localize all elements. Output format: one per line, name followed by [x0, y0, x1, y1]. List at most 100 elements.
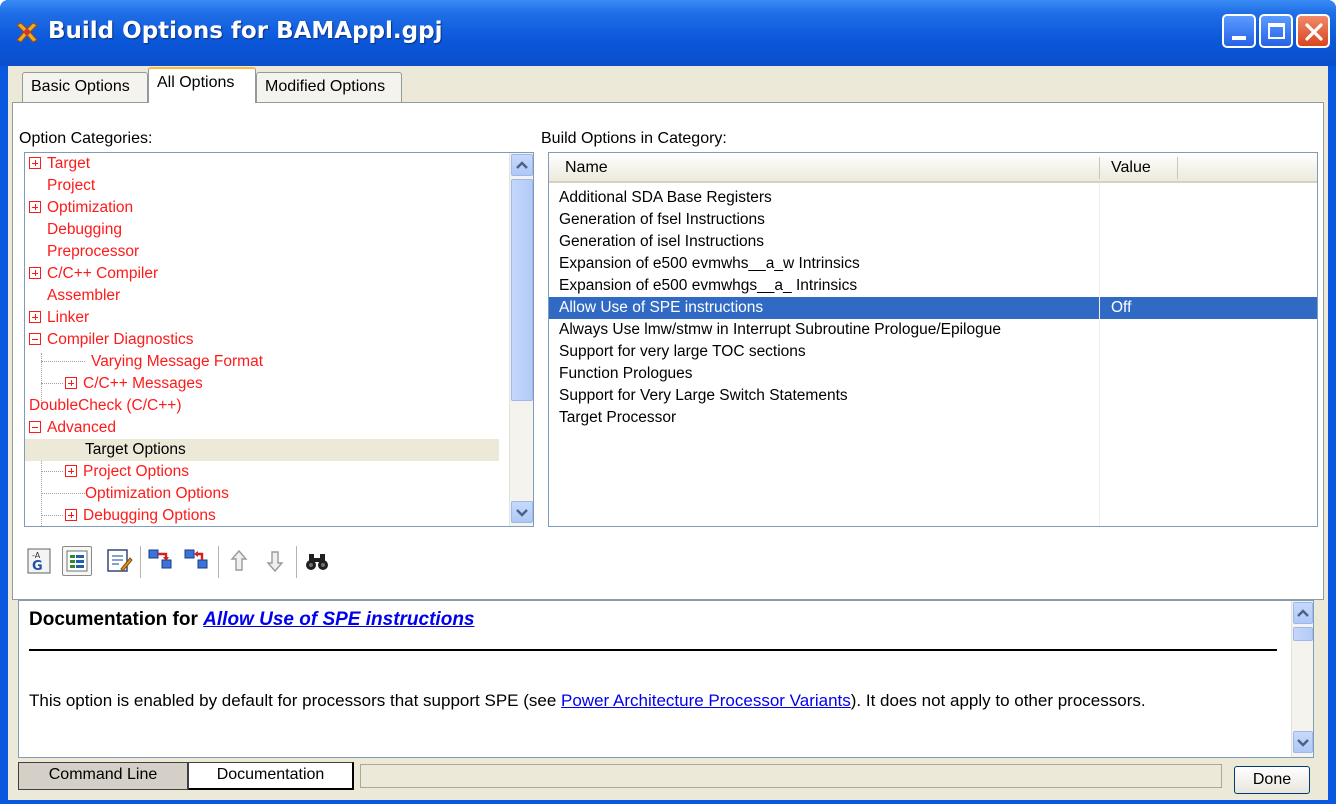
- expand-icon[interactable]: [65, 509, 77, 521]
- option-row[interactable]: Target Processor: [549, 407, 1317, 429]
- scroll-down-button[interactable]: [1293, 731, 1313, 753]
- scroll-up-button[interactable]: [1293, 602, 1313, 624]
- tab-documentation[interactable]: Documentation: [188, 762, 354, 790]
- doc-text-part: ). It does not apply to other processors…: [850, 691, 1146, 710]
- gnu-style-icon: -A G: [27, 548, 51, 574]
- minimize-button[interactable]: [1222, 14, 1256, 48]
- tree-connector: [41, 383, 63, 384]
- option-row[interactable]: Always Use lmw/stmw in Interrupt Subrout…: [549, 319, 1317, 341]
- chevron-down-icon: [516, 509, 528, 517]
- edit-options-button[interactable]: [104, 546, 134, 576]
- option-row[interactable]: Expansion of e500 evmwhgs__a_ Intrinsics: [549, 275, 1317, 297]
- build-options-list[interactable]: Name Value Additional SDA Base Registers…: [548, 152, 1318, 527]
- app-icon: [16, 22, 38, 43]
- column-header-value[interactable]: Value: [1111, 153, 1151, 183]
- tree-connector: [41, 493, 85, 494]
- move-down-icon: [266, 551, 284, 573]
- tab-modified-options[interactable]: Modified Options: [256, 72, 402, 102]
- maximize-icon: [1268, 23, 1285, 39]
- column-separator[interactable]: [1177, 157, 1178, 179]
- expand-icon[interactable]: [29, 157, 41, 169]
- expand-icon[interactable]: [29, 201, 41, 213]
- doc-text-part: This option is enabled by default for pr…: [29, 691, 562, 710]
- chevron-up-icon: [516, 161, 528, 169]
- documentation-text: This option is enabled by default for pr…: [29, 687, 1279, 715]
- toolbar-separator: [140, 546, 141, 578]
- gnu-style-button[interactable]: -A G: [24, 546, 54, 576]
- column-header-name[interactable]: Name: [565, 153, 608, 183]
- option-row[interactable]: Generation of fsel Instructions: [549, 209, 1317, 231]
- tab-command-line[interactable]: Command Line: [18, 762, 188, 790]
- documentation-scrollbar[interactable]: [1291, 601, 1313, 757]
- scroll-thumb[interactable]: [1293, 627, 1313, 641]
- maximize-button[interactable]: [1259, 14, 1293, 48]
- collapse-all-icon: [184, 549, 208, 569]
- option-row[interactable]: Expansion of e500 evmwhs__a_w Intrinsics: [549, 253, 1317, 275]
- tree-item-project[interactable]: Project: [47, 175, 95, 197]
- title-bar[interactable]: Build Options for BAMAppl.gpj: [0, 0, 1336, 66]
- tree-item-project-options[interactable]: Project Options: [65, 461, 189, 483]
- value-column-divider: [1099, 183, 1100, 526]
- option-categories-tree[interactable]: Target Project Optimization Debugging Pr…: [24, 152, 534, 527]
- build-options-in-category-label: Build Options in Category:: [541, 130, 727, 147]
- tree-item-target-options[interactable]: Target Options: [25, 439, 499, 461]
- close-button[interactable]: [1296, 14, 1330, 48]
- expand-icon[interactable]: [29, 267, 41, 279]
- option-row[interactable]: Generation of isel Instructions: [549, 231, 1317, 253]
- option-row[interactable]: Function Prologues: [549, 363, 1317, 385]
- move-up-button[interactable]: [224, 546, 254, 576]
- tree-item-cpp-compiler[interactable]: C/C++ Compiler: [29, 263, 158, 285]
- option-row[interactable]: Support for very large TOC sections: [549, 341, 1317, 363]
- tree-item-advanced[interactable]: Advanced: [29, 417, 116, 439]
- tree-item-target[interactable]: Target: [29, 153, 90, 175]
- expand-all-button[interactable]: [146, 546, 176, 576]
- documentation-pane[interactable]: Documentation for Allow Use of SPE instr…: [18, 600, 1314, 758]
- option-row-selected[interactable]: Allow Use of SPE instructions Off: [549, 297, 1317, 319]
- tree-item-doublecheck[interactable]: DoubleCheck (C/C++): [29, 395, 181, 417]
- dialog-client-area: Basic Options All Options Modified Optio…: [8, 66, 1328, 800]
- collapse-all-button[interactable]: [182, 546, 212, 576]
- minimize-icon: [1232, 36, 1246, 40]
- edit-options-icon: [107, 549, 133, 572]
- tree-connector: [41, 361, 85, 362]
- tab-basic-options[interactable]: Basic Options: [22, 72, 148, 102]
- tree-item-linker[interactable]: Linker: [29, 307, 89, 329]
- build-options-window: Build Options for BAMAppl.gpj Basic Opti…: [0, 0, 1336, 804]
- expand-icon[interactable]: [65, 465, 77, 477]
- find-button[interactable]: [302, 546, 332, 576]
- scroll-down-button[interactable]: [511, 501, 533, 523]
- documentation-heading: Documentation for Allow Use of SPE instr…: [29, 609, 475, 631]
- tree-item-preprocessor[interactable]: Preprocessor: [47, 241, 139, 263]
- tree-scrollbar[interactable]: [509, 153, 533, 526]
- documentation-divider: [29, 649, 1277, 651]
- tree-item-debugging[interactable]: Debugging: [47, 219, 122, 241]
- done-button[interactable]: Done: [1234, 766, 1310, 794]
- column-separator[interactable]: [1099, 157, 1100, 179]
- tree-item-assembler[interactable]: Assembler: [47, 285, 120, 307]
- processor-variants-link[interactable]: Power Architecture Processor Variants: [561, 691, 851, 710]
- scroll-up-button[interactable]: [511, 154, 533, 176]
- tree-item-debugging-options[interactable]: Debugging Options: [65, 505, 216, 526]
- move-down-button[interactable]: [260, 546, 290, 576]
- tree-item-varying-message-format[interactable]: Varying Message Format: [91, 351, 263, 373]
- tree-item-cpp-messages[interactable]: C/C++ Messages: [65, 373, 203, 395]
- collapse-icon[interactable]: [29, 333, 41, 345]
- scroll-thumb[interactable]: [511, 179, 533, 401]
- option-row[interactable]: Support for Very Large Switch Statements: [549, 385, 1317, 407]
- documentation-heading-prefix: Documentation for: [29, 609, 198, 630]
- tab-all-options[interactable]: All Options: [148, 67, 256, 103]
- category-view-button[interactable]: [62, 546, 92, 576]
- collapse-icon[interactable]: [29, 421, 41, 433]
- tree-item-compiler-diagnostics[interactable]: Compiler Diagnostics: [29, 329, 193, 351]
- tree-item-optimization[interactable]: Optimization: [29, 197, 133, 219]
- toolbar-separator: [218, 546, 219, 578]
- expand-icon[interactable]: [65, 377, 77, 389]
- chevron-up-icon: [1297, 609, 1309, 617]
- chevron-down-icon: [1297, 739, 1309, 747]
- documentation-option-link[interactable]: Allow Use of SPE instructions: [203, 609, 474, 630]
- tree-item-optimization-options[interactable]: Optimization Options: [85, 483, 229, 505]
- window-title: Build Options for BAMAppl.gpj: [48, 18, 443, 44]
- option-row[interactable]: Additional SDA Base Registers: [549, 187, 1317, 209]
- expand-icon[interactable]: [29, 311, 41, 323]
- option-categories-label: Option Categories:: [19, 130, 153, 147]
